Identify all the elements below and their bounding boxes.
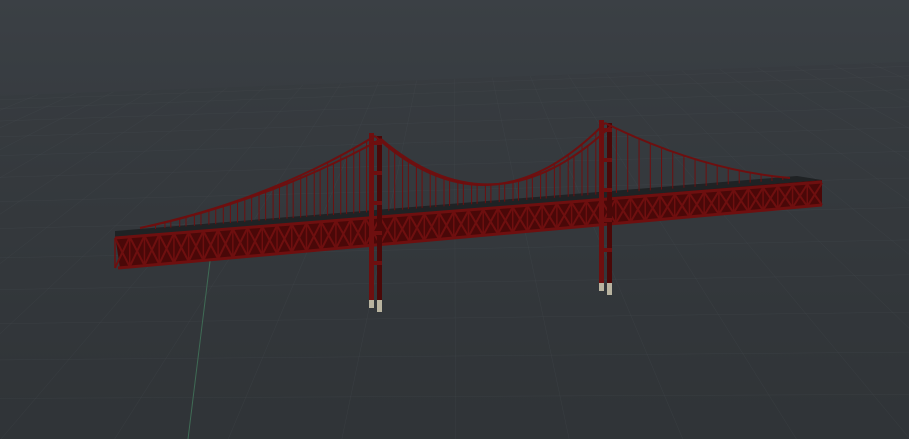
tower-leg <box>369 133 374 300</box>
3d-viewport[interactable] <box>0 0 909 439</box>
tower-crossbeam <box>599 158 612 162</box>
tower-crossbeam <box>369 261 382 265</box>
tower-crossbeam <box>599 218 612 222</box>
tower-crossbeam <box>599 248 612 252</box>
tower-crossbeam <box>599 188 612 192</box>
tower-crossbeam <box>369 231 382 235</box>
tower-leg <box>607 123 612 283</box>
tower-crossbeam <box>369 201 382 205</box>
tower-leg <box>377 136 382 300</box>
tower-crossbeam <box>369 171 382 175</box>
